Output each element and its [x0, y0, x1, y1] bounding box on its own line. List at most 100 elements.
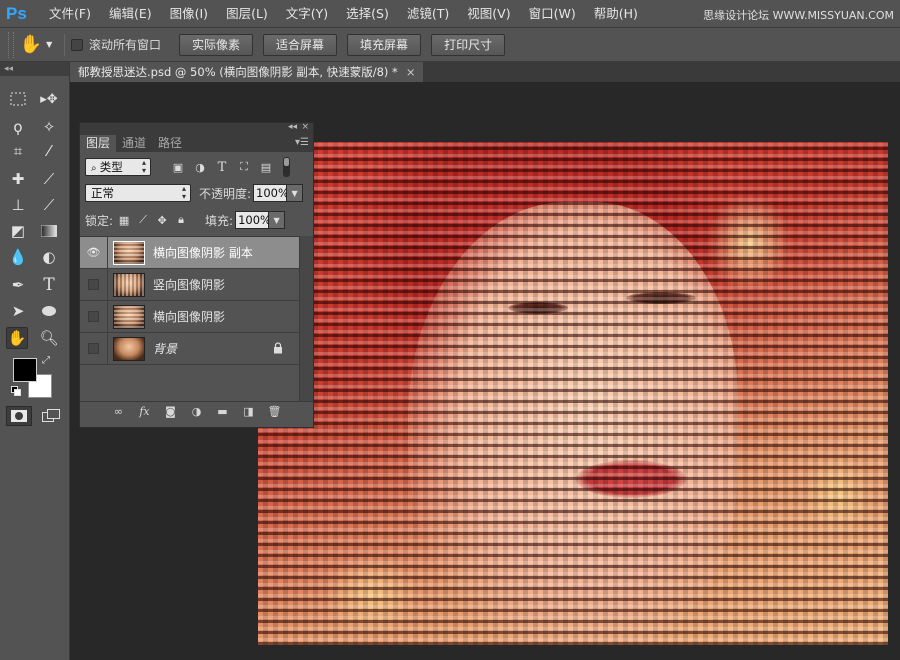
- zoom-tool[interactable]: 🔍︎: [38, 327, 60, 349]
- screen-mode-button[interactable]: [38, 406, 64, 426]
- menu-view[interactable]: 视图(V): [458, 0, 519, 28]
- arrow-icon: ➤: [11, 302, 25, 320]
- layer-row[interactable]: 👁︎ 横向图像阴影 副本: [80, 236, 299, 269]
- lock-all-icon[interactable]: 🔒︎: [173, 212, 189, 228]
- default-colors-icon[interactable]: [11, 386, 21, 396]
- add-mask-icon[interactable]: ◙: [158, 405, 184, 418]
- opacity-dropdown-button[interactable]: ▼: [287, 184, 304, 202]
- fill-screen-button[interactable]: 填充屏幕: [347, 33, 422, 56]
- eyedropper-tool[interactable]: ⁄: [38, 140, 60, 162]
- menu-window[interactable]: 窗口(W): [520, 0, 585, 28]
- layer-visibility-toggle[interactable]: 👁︎: [80, 236, 108, 269]
- ellipse-icon: [42, 306, 56, 316]
- menu-layer[interactable]: 图层(L): [217, 0, 277, 28]
- blur-tool[interactable]: 💧: [7, 246, 29, 268]
- document-tab[interactable]: 郁教授思迷达.psd @ 50% (横向图像阴影 副本, 快速蒙版/8) * ×: [70, 62, 424, 82]
- crop-tool[interactable]: ⌗: [7, 140, 29, 162]
- close-icon[interactable]: ×: [406, 65, 416, 79]
- brush-tool[interactable]: ⟋: [38, 168, 60, 190]
- clone-stamp-tool[interactable]: ⊥: [7, 194, 29, 216]
- layer-name[interactable]: 背景: [153, 340, 177, 357]
- document-image[interactable]: [258, 142, 888, 645]
- eraser-tool[interactable]: ◩: [7, 220, 29, 242]
- layer-list-scrollbar[interactable]: [299, 236, 313, 401]
- filter-smart-object-icon[interactable]: ▤: [257, 159, 275, 175]
- path-selection-tool[interactable]: ➤: [7, 300, 29, 322]
- filter-kind-select[interactable]: ⌕ 类型 ▴ ▾: [85, 158, 151, 176]
- lasso-tool[interactable]: ϙ: [7, 116, 29, 138]
- new-group-icon[interactable]: ▬: [210, 405, 236, 418]
- marquee-tool[interactable]: [7, 88, 29, 110]
- filter-pixel-icon[interactable]: ▣: [169, 159, 187, 175]
- lock-image-pixels-icon[interactable]: ⟋: [135, 212, 151, 228]
- actual-pixels-button[interactable]: 实际像素: [179, 33, 254, 56]
- link-layers-icon[interactable]: ∞: [106, 405, 132, 418]
- fit-screen-button[interactable]: 适合屏幕: [263, 33, 338, 56]
- pen-tool[interactable]: ✒: [7, 274, 29, 296]
- menu-bar: Ps 文件(F) 编辑(E) 图像(I) 图层(L) 文字(Y) 选择(S) 滤…: [0, 0, 900, 28]
- adjustment-layer-icon[interactable]: ◑: [184, 405, 210, 418]
- panel-resize-grip[interactable]: [80, 421, 313, 427]
- menu-edit[interactable]: 编辑(E): [100, 0, 161, 28]
- print-size-button[interactable]: 打印尺寸: [431, 33, 506, 56]
- new-layer-icon[interactable]: ◨: [236, 405, 262, 418]
- type-tool[interactable]: T: [38, 274, 60, 296]
- layer-row[interactable]: 背景: [80, 332, 299, 365]
- panel-close-icon[interactable]: ×: [301, 122, 309, 132]
- tab-channels[interactable]: 通道: [116, 135, 152, 152]
- tab-layers[interactable]: 图层: [80, 135, 117, 152]
- fill-dropdown-button[interactable]: ▼: [269, 211, 286, 229]
- dodge-tool[interactable]: ◐: [38, 246, 60, 268]
- layer-visibility-toggle[interactable]: [80, 332, 108, 365]
- scroll-all-windows-label: 滚动所有窗口: [89, 38, 162, 52]
- layer-visibility-toggle[interactable]: [80, 300, 108, 333]
- quick-mask-button[interactable]: [6, 406, 32, 426]
- layer-name[interactable]: 竖向图像阴影: [153, 276, 225, 293]
- menu-help[interactable]: 帮助(H): [585, 0, 647, 28]
- gradient-tool[interactable]: [38, 220, 60, 242]
- hand-icon: ✋: [7, 329, 27, 347]
- toolbox-collapse-icon[interactable]: ◂◂: [0, 62, 69, 76]
- layer-name[interactable]: 横向图像阴影 副本: [153, 244, 253, 261]
- magic-wand-tool[interactable]: ✧: [38, 116, 60, 138]
- panel-collapse-icon[interactable]: ◂◂: [288, 122, 297, 132]
- layer-row[interactable]: 横向图像阴影: [80, 300, 299, 333]
- fx-icon[interactable]: fx: [132, 405, 158, 418]
- panel-titlebar[interactable]: ◂◂ ×: [80, 122, 313, 135]
- foreground-color-swatch[interactable]: [13, 358, 37, 382]
- swap-colors-icon[interactable]: ⤢: [42, 355, 50, 366]
- scroll-all-windows-checkbox[interactable]: [71, 38, 83, 51]
- filter-toggle-switch[interactable]: [283, 157, 290, 177]
- layer-thumbnail: [113, 304, 145, 329]
- filter-shape-icon[interactable]: ⛶: [235, 159, 253, 175]
- opacity-input[interactable]: 100%: [253, 184, 289, 202]
- layer-list: 👁︎ 横向图像阴影 副本 竖向图像阴影 横向图像阴影 背景: [80, 236, 299, 401]
- tab-paths[interactable]: 路径: [152, 135, 188, 152]
- hand-tool[interactable]: ✋: [6, 327, 28, 349]
- lock-position-icon[interactable]: ✥: [154, 212, 170, 228]
- eyedropper-icon: ⁄: [47, 142, 51, 160]
- fill-input[interactable]: 100%: [235, 211, 271, 229]
- layer-visibility-toggle[interactable]: [80, 268, 108, 301]
- trash-icon[interactable]: 🗑︎: [262, 405, 288, 418]
- move-tool[interactable]: ▸✥: [38, 88, 60, 110]
- layer-row[interactable]: 竖向图像阴影: [80, 268, 299, 301]
- menu-filter[interactable]: 滤镜(T): [398, 0, 458, 28]
- menu-type[interactable]: 文字(Y): [277, 0, 337, 28]
- menu-file[interactable]: 文件(F): [40, 0, 100, 28]
- lock-transparent-pixels-icon[interactable]: ▦: [116, 212, 132, 228]
- filter-adjustment-icon[interactable]: ◑: [191, 159, 209, 175]
- menu-select[interactable]: 选择(S): [337, 0, 398, 28]
- panel-menu-icon[interactable]: ▾☰: [295, 137, 309, 148]
- blend-opacity-row: 正常 ▴ ▾ 不透明度: 100% ▼: [85, 184, 304, 202]
- chevron-down-icon: ▼: [46, 40, 53, 49]
- history-brush-tool[interactable]: ⟋: [38, 194, 60, 216]
- blend-mode-value: 正常: [91, 186, 114, 200]
- ellipse-tool[interactable]: [38, 300, 60, 322]
- healing-brush-tool[interactable]: ✚: [7, 168, 29, 190]
- hand-tool-preset-picker[interactable]: ✋ ▼: [14, 32, 58, 58]
- filter-type-icon[interactable]: T: [213, 159, 231, 175]
- menu-image[interactable]: 图像(I): [161, 0, 217, 28]
- blend-mode-select[interactable]: 正常 ▴ ▾: [85, 184, 191, 202]
- layer-name[interactable]: 横向图像阴影: [153, 308, 225, 325]
